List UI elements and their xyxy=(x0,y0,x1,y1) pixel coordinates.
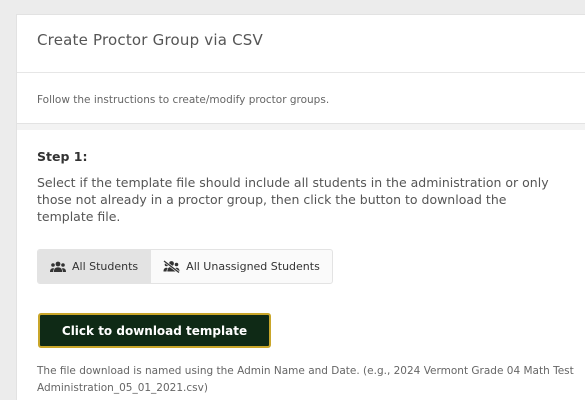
toggle-label: All Unassigned Students xyxy=(186,260,320,273)
toggle-label: All Students xyxy=(72,260,139,273)
step-1-description: Select if the template file should inclu… xyxy=(37,175,549,224)
download-template-button[interactable]: Click to download template xyxy=(38,313,271,348)
section-divider xyxy=(17,123,585,130)
instructions-text: Follow the instructions to create/modify… xyxy=(37,94,330,106)
users-slash-icon xyxy=(163,260,180,273)
toggle-all-unassigned-students[interactable]: All Unassigned Students xyxy=(151,250,332,283)
step-1-title: Step 1: xyxy=(37,149,88,164)
panel-title: Create Proctor Group via CSV xyxy=(37,31,263,49)
file-naming-note: The file download is named using the Adm… xyxy=(37,365,574,394)
divider xyxy=(17,72,585,73)
users-icon xyxy=(50,261,66,273)
toggle-all-students[interactable]: All Students xyxy=(38,250,152,283)
create-proctor-group-panel: Create Proctor Group via CSV Follow the … xyxy=(16,14,585,400)
student-scope-toggle: All Students All Unassigned Students xyxy=(37,249,333,284)
